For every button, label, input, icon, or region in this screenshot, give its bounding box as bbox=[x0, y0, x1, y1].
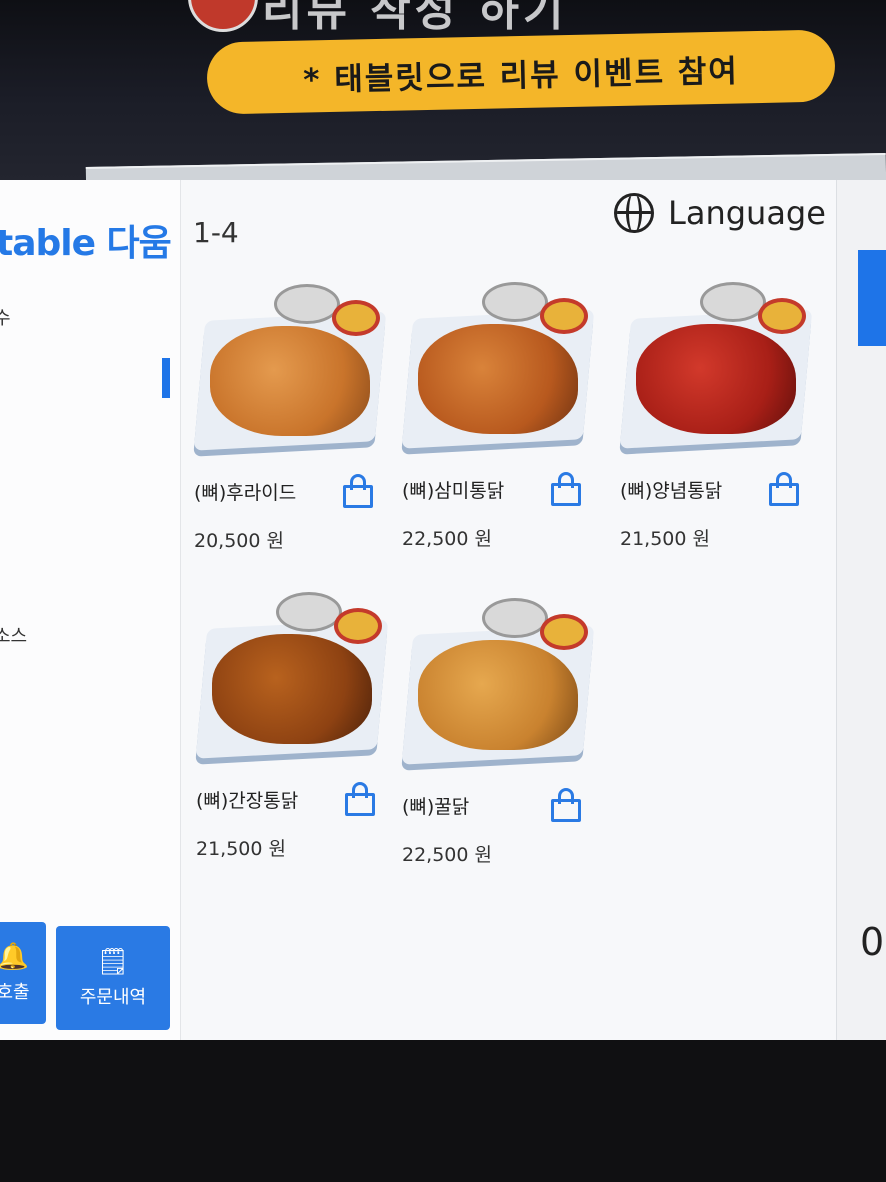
bell-icon: 🔔 bbox=[0, 942, 30, 972]
menu-item[interactable]: (뼈)간장통닭 21,500 원 bbox=[195, 592, 396, 861]
promo-headline: 리뷰 작성 하기 bbox=[262, 0, 568, 36]
add-to-cart-icon[interactable] bbox=[344, 782, 376, 816]
language-button[interactable]: Language bbox=[614, 190, 826, 236]
app-logo: table 다움 bbox=[0, 223, 172, 264]
menu-item[interactable]: (뼈)양념통닭 21,500 원 bbox=[619, 282, 820, 551]
cart-tab[interactable] bbox=[858, 250, 886, 346]
language-label: Language bbox=[668, 194, 826, 232]
brand-logo-icon bbox=[188, 0, 258, 32]
sidebar-active-indicator bbox=[162, 358, 170, 398]
menu-item-price: 21,500 원 bbox=[620, 528, 711, 550]
call-staff-label: 호출 bbox=[0, 982, 30, 1003]
food-image bbox=[193, 284, 387, 464]
menu-item-name: (뼈)후라이드 bbox=[194, 481, 297, 504]
food-image bbox=[195, 592, 389, 772]
food-image bbox=[401, 282, 595, 462]
food-image bbox=[619, 282, 813, 462]
menu-item-price: 20,500 원 bbox=[194, 530, 285, 552]
menu-item-name: (뼈)양념통닭 bbox=[620, 479, 723, 502]
menu-item[interactable]: (뼈)삼미통닭 22,500 원 bbox=[401, 282, 602, 551]
menu-item[interactable]: (뼈)후라이드 20,500 원 bbox=[193, 284, 394, 553]
menu-item-price: 21,500 원 bbox=[196, 838, 287, 860]
menu-item-price: 22,500 원 bbox=[402, 528, 493, 550]
cart-count-fragment: 0 bbox=[860, 920, 885, 964]
page-indicator: 1-4 bbox=[193, 216, 239, 249]
chicken-photo bbox=[212, 634, 372, 744]
promo-sign: 리뷰 작성 하기 * 태블릿으로 리뷰 이벤트 참여 bbox=[0, 0, 886, 180]
add-to-cart-icon[interactable] bbox=[342, 474, 374, 508]
globe-icon bbox=[614, 193, 654, 233]
food-image bbox=[401, 598, 595, 778]
chicken-photo bbox=[210, 326, 370, 436]
sidebar-category-sauce[interactable]: 소스 bbox=[0, 622, 27, 648]
receipt-icon: 🗒 bbox=[96, 947, 130, 977]
menu-item[interactable]: (뼈)꿀닭 22,500 원 bbox=[401, 598, 602, 867]
order-history-label: 주문내역 bbox=[79, 987, 147, 1008]
promo-subtitle: * 태블릿으로 리뷰 이벤트 참여 bbox=[206, 29, 836, 115]
add-to-cart-icon[interactable] bbox=[550, 788, 582, 822]
sidebar-category-fragment[interactable]: 수 bbox=[0, 304, 11, 330]
chicken-photo bbox=[418, 640, 578, 750]
order-history-button[interactable]: 🗒 주문내역 bbox=[56, 926, 170, 1030]
call-staff-button[interactable]: 🔔 호출 bbox=[0, 922, 46, 1024]
chicken-photo bbox=[636, 324, 796, 434]
sidebar: table 다움 수 소스 🔔 호출 🗒 주문내역 bbox=[0, 180, 181, 1090]
add-to-cart-icon[interactable] bbox=[768, 472, 800, 506]
tablet-bezel bbox=[0, 1040, 886, 1182]
tablet-screen: table 다움 수 소스 🔔 호출 🗒 주문내역 1-4 Language 0… bbox=[0, 180, 886, 1090]
menu-item-price: 22,500 원 bbox=[402, 844, 493, 866]
menu-item-name: (뼈)삼미통닭 bbox=[402, 479, 505, 502]
chicken-photo bbox=[418, 324, 578, 434]
menu-item-name: (뼈)간장통닭 bbox=[196, 789, 299, 812]
menu-item-name: (뼈)꿀닭 bbox=[402, 795, 470, 818]
add-to-cart-icon[interactable] bbox=[550, 472, 582, 506]
